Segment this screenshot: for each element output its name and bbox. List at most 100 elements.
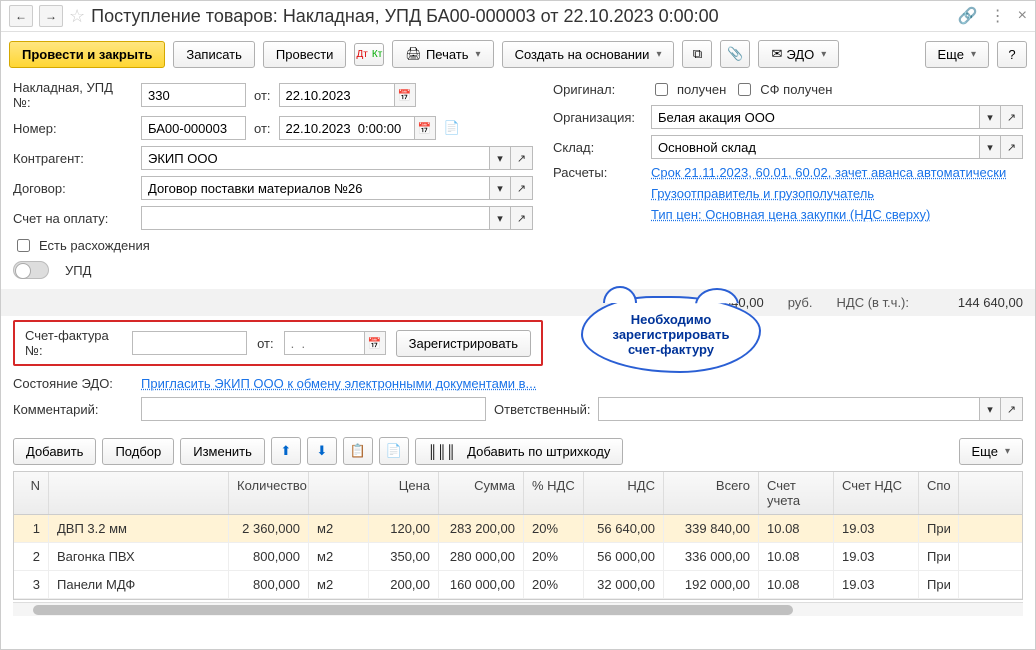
col-vat[interactable]: % НДС — [524, 472, 584, 514]
responsible-label: Ответственный: — [494, 402, 590, 417]
shipper-link[interactable]: Грузоотправитель и грузополучатель — [651, 186, 874, 201]
table-more-button[interactable]: Еще — [959, 438, 1023, 465]
cell-n: 3 — [14, 571, 49, 598]
col-qty[interactable]: Количество — [229, 472, 309, 514]
move-down-button[interactable]: ⬇ — [307, 437, 337, 465]
price-type-link[interactable]: Тип цен: Основная цена закупки (НДС свер… — [651, 207, 930, 222]
nav-forward-button[interactable]: → — [39, 5, 63, 27]
calendar-icon-2[interactable]: 📅 — [414, 116, 436, 140]
status-icon[interactable]: 📄 — [444, 120, 460, 136]
more-icon[interactable]: ⋮ — [990, 6, 1006, 26]
edo-icon: ✉ — [771, 46, 782, 62]
invoice-number-label: Накладная, УПД №: — [13, 80, 133, 110]
cell-vat-pct: 20% — [524, 515, 584, 542]
col-sum[interactable]: Сумма — [439, 472, 524, 514]
cell-acc: 10.08 — [759, 571, 834, 598]
print-button[interactable]: 🖨Печать — [392, 40, 493, 68]
col-total[interactable]: Всего — [664, 472, 759, 514]
attach-button[interactable]: 📎 — [720, 40, 750, 68]
warehouse-open[interactable]: ↗ — [1001, 135, 1023, 159]
barcode-label: Добавить по штрихкоду — [467, 444, 610, 459]
sf-received-checkbox[interactable] — [738, 83, 751, 96]
calendar-icon-1[interactable]: 📅 — [394, 83, 416, 107]
organization-input[interactable] — [651, 105, 979, 129]
sf-calendar-icon[interactable]: 📅 — [364, 331, 386, 355]
nav-back-button[interactable]: ← — [9, 5, 33, 27]
col-acc2[interactable]: Счет НДС — [834, 472, 919, 514]
from-label-2: от: — [254, 121, 271, 136]
cell-acc: 10.08 — [759, 543, 834, 570]
edo-state-link[interactable]: Пригласить ЭКИП ООО к обмену электронным… — [141, 376, 536, 391]
settlements-link[interactable]: Срок 21.11.2023, 60.01, 60.02, зачет ава… — [651, 165, 1006, 180]
edo-button[interactable]: ✉ ЭДО — [758, 40, 839, 68]
change-button[interactable]: Изменить — [180, 438, 265, 465]
help-button[interactable]: ? — [997, 41, 1027, 68]
contract-input[interactable] — [141, 176, 489, 200]
warehouse-input[interactable] — [651, 135, 979, 159]
edo-label: ЭДО — [786, 47, 814, 62]
col-acc1[interactable]: Счет учета — [759, 472, 834, 514]
responsible-input[interactable] — [598, 397, 979, 421]
add-by-barcode-button[interactable]: ║║║ Добавить по штрихкоду — [415, 438, 623, 465]
contract-open[interactable]: ↗ — [511, 176, 533, 200]
sf-number-input[interactable] — [132, 331, 247, 355]
table-row[interactable]: 2Вагонка ПВХ800,000м2350,00280 000,0020%… — [14, 543, 1022, 571]
sf-date-input[interactable] — [284, 331, 364, 355]
post-and-close-button[interactable]: Провести и закрыть — [9, 41, 165, 68]
organization-dropdown[interactable]: ▾ — [979, 105, 1001, 129]
post-button[interactable]: Провести — [263, 41, 347, 68]
paste-button[interactable]: 📄 — [379, 437, 409, 465]
scrollbar-thumb[interactable] — [33, 605, 793, 615]
comment-input[interactable] — [141, 397, 486, 421]
related-button[interactable]: ⧉ — [682, 40, 712, 68]
copy-button[interactable]: 📋 — [343, 437, 373, 465]
col-unit[interactable] — [309, 472, 369, 514]
payment-invoice-open[interactable]: ↗ — [511, 206, 533, 230]
discrepancies-label: Есть расхождения — [39, 238, 150, 253]
col-name[interactable] — [49, 472, 229, 514]
col-vatamt[interactable]: НДС — [584, 472, 664, 514]
counterparty-open[interactable]: ↗ — [511, 146, 533, 170]
dt-kt-button[interactable]: ДтКт — [354, 43, 384, 66]
received-checkbox[interactable] — [655, 83, 668, 96]
col-n[interactable]: N — [14, 472, 49, 514]
counterparty-dropdown[interactable]: ▾ — [489, 146, 511, 170]
contract-label: Договор: — [13, 181, 133, 196]
close-icon[interactable]: × — [1018, 7, 1027, 25]
cell-name: ДВП 3.2 мм — [49, 515, 229, 542]
organization-open[interactable]: ↗ — [1001, 105, 1023, 129]
table-row[interactable]: 1ДВП 3.2 мм2 360,000м2120,00283 200,0020… — [14, 515, 1022, 543]
move-up-button[interactable]: ⬆ — [271, 437, 301, 465]
callout-line3: счет-фактуру — [593, 342, 749, 357]
payment-invoice-input[interactable] — [141, 206, 489, 230]
col-sp[interactable]: Спо — [919, 472, 959, 514]
horizontal-scrollbar[interactable] — [13, 602, 1023, 616]
col-price[interactable]: Цена — [369, 472, 439, 514]
cell-n: 1 — [14, 515, 49, 542]
more-button[interactable]: Еще — [925, 41, 989, 68]
create-based-on-button[interactable]: Создать на основании — [502, 41, 675, 68]
contract-dropdown[interactable]: ▾ — [489, 176, 511, 200]
warehouse-dropdown[interactable]: ▾ — [979, 135, 1001, 159]
invoice-date-input[interactable] — [279, 83, 394, 107]
datetime-input[interactable] — [279, 116, 414, 140]
cell-qty: 2 360,000 — [229, 515, 309, 542]
counterparty-input[interactable] — [141, 146, 489, 170]
invoice-number-input[interactable] — [141, 83, 246, 107]
register-button[interactable]: Зарегистрировать — [396, 330, 531, 357]
save-button[interactable]: Записать — [173, 41, 255, 68]
responsible-dropdown[interactable]: ▾ — [979, 397, 1001, 421]
discrepancies-checkbox[interactable] — [17, 239, 30, 252]
select-button[interactable]: Подбор — [102, 438, 174, 465]
upd-toggle[interactable] — [13, 261, 49, 279]
responsible-open[interactable]: ↗ — [1001, 397, 1023, 421]
cell-total: 192 000,00 — [664, 571, 759, 598]
link-icon[interactable]: 🔗 — [958, 6, 978, 26]
payment-invoice-dropdown[interactable]: ▾ — [489, 206, 511, 230]
star-icon[interactable]: ☆ — [69, 6, 85, 27]
cell-price: 350,00 — [369, 543, 439, 570]
add-button[interactable]: Добавить — [13, 438, 96, 465]
table-row[interactable]: 3Панели МДФ800,000м2200,00160 000,0020%3… — [14, 571, 1022, 599]
vat-label: НДС (в т.ч.): — [837, 295, 910, 310]
number-input[interactable] — [141, 116, 246, 140]
